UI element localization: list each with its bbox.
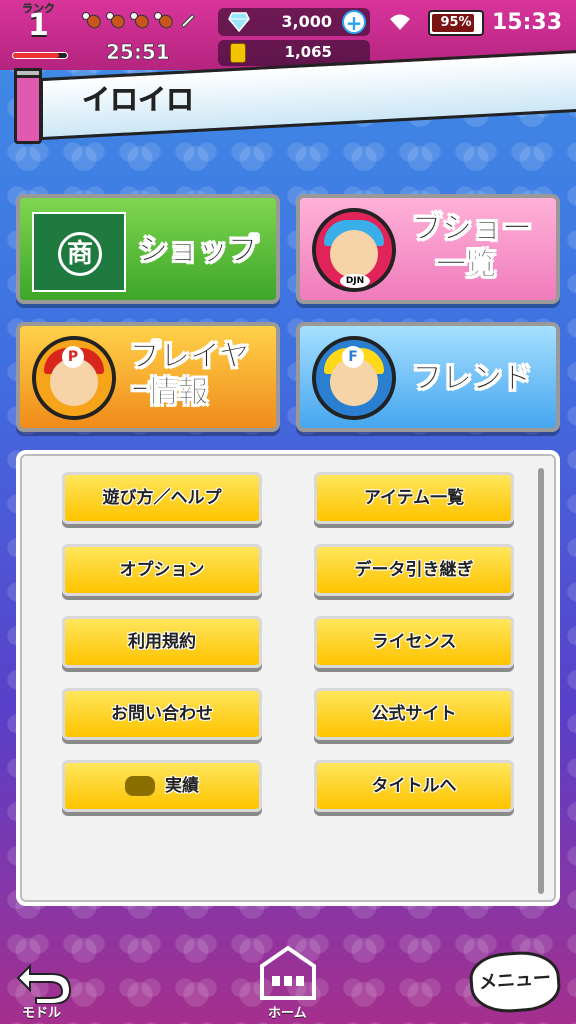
to-title-button[interactable]: タイトルへ [314,760,514,812]
menu-button[interactable]: メニュー [468,948,562,1016]
empty-bone-icon [176,10,198,30]
friend-avatar-icon: F [312,336,396,420]
page-title: イロイロ [82,83,195,117]
coin-icon [230,43,246,63]
battery-percent: 95% [440,15,472,30]
player-label-line2: 情報 [148,375,209,410]
item-list-button[interactable]: アイテム一覧 [314,472,514,524]
friend-badge: F [342,346,364,368]
menu-panel: 遊び方／ヘルプ アイテム一覧 オプション データ引き継ぎ 利用規約 ライセンス … [16,450,560,906]
busho-avatar-icon: DJN [312,208,396,292]
clock: 15:33 [492,10,563,35]
achievements-button[interactable]: 実績 [62,760,262,812]
meat-icon [152,10,176,31]
diamond-icon [228,12,250,32]
busho-badge: DJN [340,274,370,288]
meat-icon [80,10,104,31]
shop-sign-icon: 商 [32,212,126,292]
rank-value: 1 [28,8,49,43]
home-label: ホーム [268,1006,307,1021]
friend-label: フレンド [412,361,533,396]
coin-value: 1,065 [284,43,332,61]
meat-icon [128,10,152,31]
license-button[interactable]: ライセンス [314,616,514,668]
options-button[interactable]: オプション [62,544,262,596]
official-site-button[interactable]: 公式サイト [314,688,514,740]
busho-list-tile[interactable]: DJN ブショー 一覧 [296,194,560,304]
achievements-label: 実績 [165,776,199,796]
player-badge: P [62,346,84,368]
back-arrow-icon[interactable] [16,960,72,1004]
shop-label: ショップ [138,233,259,268]
stamina-meter [80,10,198,31]
scrollbar[interactable] [538,468,544,894]
banner-pole [14,68,42,144]
friend-tile[interactable]: F フレンド [296,322,560,432]
gem-value: 3,000 [281,12,332,31]
gamepad-icon [125,776,155,796]
back-label: モドル [22,1006,62,1021]
contact-button[interactable]: お問い合わせ [62,688,262,740]
busho-label-line2: 一覧 [436,247,497,282]
shop-tile[interactable]: 商 ショップ [16,194,280,304]
rank-progress-bar [12,52,68,59]
player-info-tile[interactable]: P プレイヤー 情報 [16,322,280,432]
battery-indicator: 95% [428,10,484,36]
meat-icon [104,10,128,31]
add-gems-button[interactable]: + [342,10,366,34]
busho-label-line1: ブショー [412,211,533,246]
data-transfer-button[interactable]: データ引き継ぎ [314,544,514,596]
wifi-icon [390,14,410,30]
player-avatar-icon: P [32,336,116,420]
terms-button[interactable]: 利用規約 [62,616,262,668]
home-icon[interactable] [256,942,320,1002]
howto-help-button[interactable]: 遊び方／ヘルプ [62,472,262,524]
gem-counter: 3,000 + [218,8,370,36]
stamina-timer: 25:51 [106,40,170,65]
